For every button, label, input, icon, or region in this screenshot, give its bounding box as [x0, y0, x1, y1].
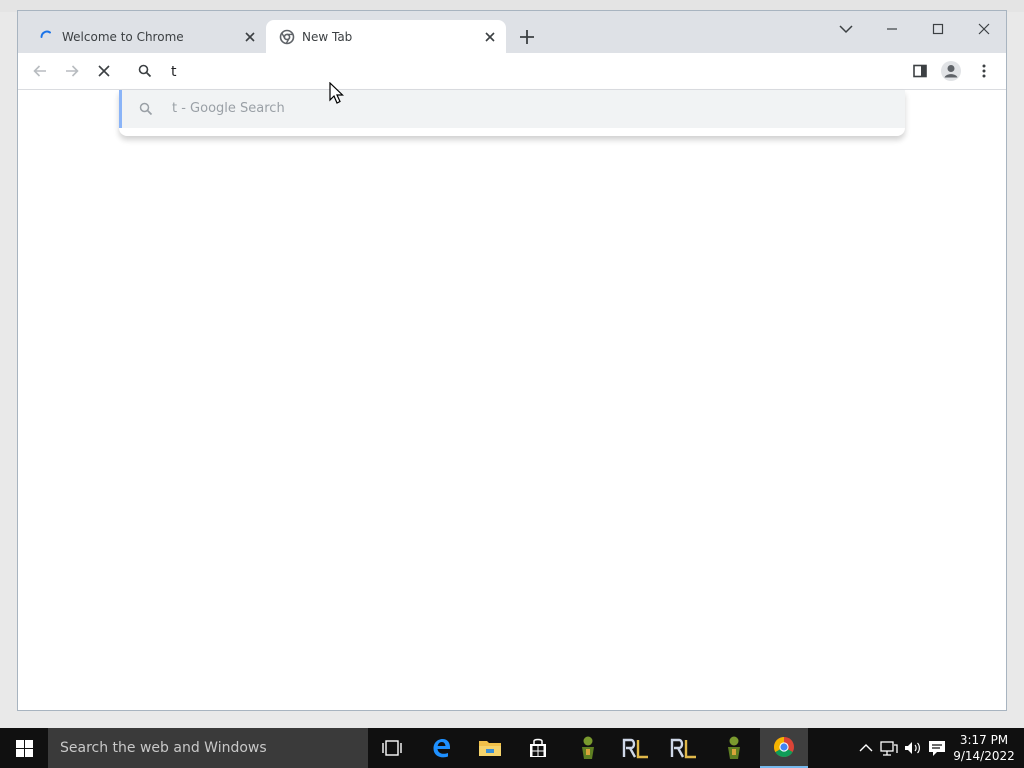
- rl-app[interactable]: [660, 728, 708, 768]
- chrome-icon: [279, 29, 295, 45]
- tab-new-tab[interactable]: New Tab: [266, 20, 506, 53]
- rl-app[interactable]: [612, 728, 660, 768]
- notifications-icon[interactable]: [927, 738, 947, 758]
- taskbar-clock[interactable]: 3:17 PM 9/14/2022: [950, 732, 1018, 764]
- edge-app[interactable]: [418, 728, 466, 768]
- taskbar: Search the web and Windows 3:17 PM 9/14/…: [0, 728, 1024, 768]
- close-window-icon[interactable]: [972, 17, 996, 41]
- store-icon: [530, 738, 546, 757]
- tab-welcome[interactable]: Welcome to Chrome: [26, 20, 266, 53]
- folder-icon: [479, 741, 501, 756]
- green-figure-app[interactable]: [710, 728, 758, 768]
- title-bar[interactable]: Welcome to Chrome New Tab: [18, 11, 1006, 53]
- start-button[interactable]: [0, 728, 48, 768]
- profile-avatar-icon[interactable]: [940, 60, 962, 82]
- suggestion-text: t - Google Search: [172, 101, 285, 116]
- new-tab-plus-icon[interactable]: [518, 28, 536, 46]
- search-icon: [139, 102, 153, 116]
- task-view-icon: [382, 740, 402, 756]
- close-tab-icon[interactable]: [242, 29, 258, 45]
- rl-logo-icon: [622, 738, 648, 759]
- taskbar-search-box[interactable]: Search the web and Windows: [48, 728, 368, 768]
- address-bar-input[interactable]: [171, 61, 871, 83]
- maximize-icon[interactable]: [926, 17, 950, 41]
- chevron-up-icon[interactable]: [856, 738, 876, 758]
- rl-logo-icon: [670, 738, 696, 759]
- side-panel-icon[interactable]: [912, 63, 928, 79]
- green-figure-app[interactable]: [564, 728, 612, 768]
- file-explorer-app[interactable]: [466, 728, 514, 768]
- loading-spinner-icon: [40, 30, 51, 38]
- chrome-app[interactable]: [760, 728, 808, 768]
- stop-loading-icon[interactable]: [96, 63, 112, 79]
- back-arrow-icon[interactable]: [32, 63, 48, 79]
- browser-window: Welcome to Chrome New Tab t t - Google S…: [17, 10, 1007, 711]
- omnibox-suggestions: t - Google Search: [119, 90, 905, 136]
- suggestion-item[interactable]: t - Google Search: [119, 90, 905, 128]
- page-content: [18, 91, 1006, 710]
- green-figure-icon: [582, 736, 594, 759]
- store-app[interactable]: [514, 728, 562, 768]
- mouse-pointer-icon: [329, 82, 344, 104]
- forward-arrow-icon[interactable]: [64, 63, 80, 79]
- chrome-icon: [774, 737, 794, 757]
- tab-title: Welcome to Chrome: [62, 30, 184, 44]
- windows-logo-icon: [16, 740, 33, 757]
- close-tab-icon[interactable]: [482, 29, 498, 45]
- tab-search-chevron-icon[interactable]: [834, 17, 858, 41]
- edge-icon: [433, 739, 451, 758]
- volume-icon[interactable]: [902, 738, 922, 758]
- minimize-icon[interactable]: [880, 17, 904, 41]
- more-menu-icon[interactable]: [976, 63, 992, 79]
- network-icon[interactable]: [879, 738, 899, 758]
- tab-title: New Tab: [302, 30, 353, 44]
- clock-date: 9/14/2022: [953, 749, 1015, 763]
- omnibox[interactable]: [121, 53, 905, 90]
- green-figure-icon: [728, 736, 740, 759]
- task-view-button[interactable]: [368, 728, 416, 768]
- clock-time: 3:17 PM: [959, 733, 1009, 747]
- search-icon: [138, 64, 152, 78]
- search-placeholder: Search the web and Windows: [60, 740, 267, 756]
